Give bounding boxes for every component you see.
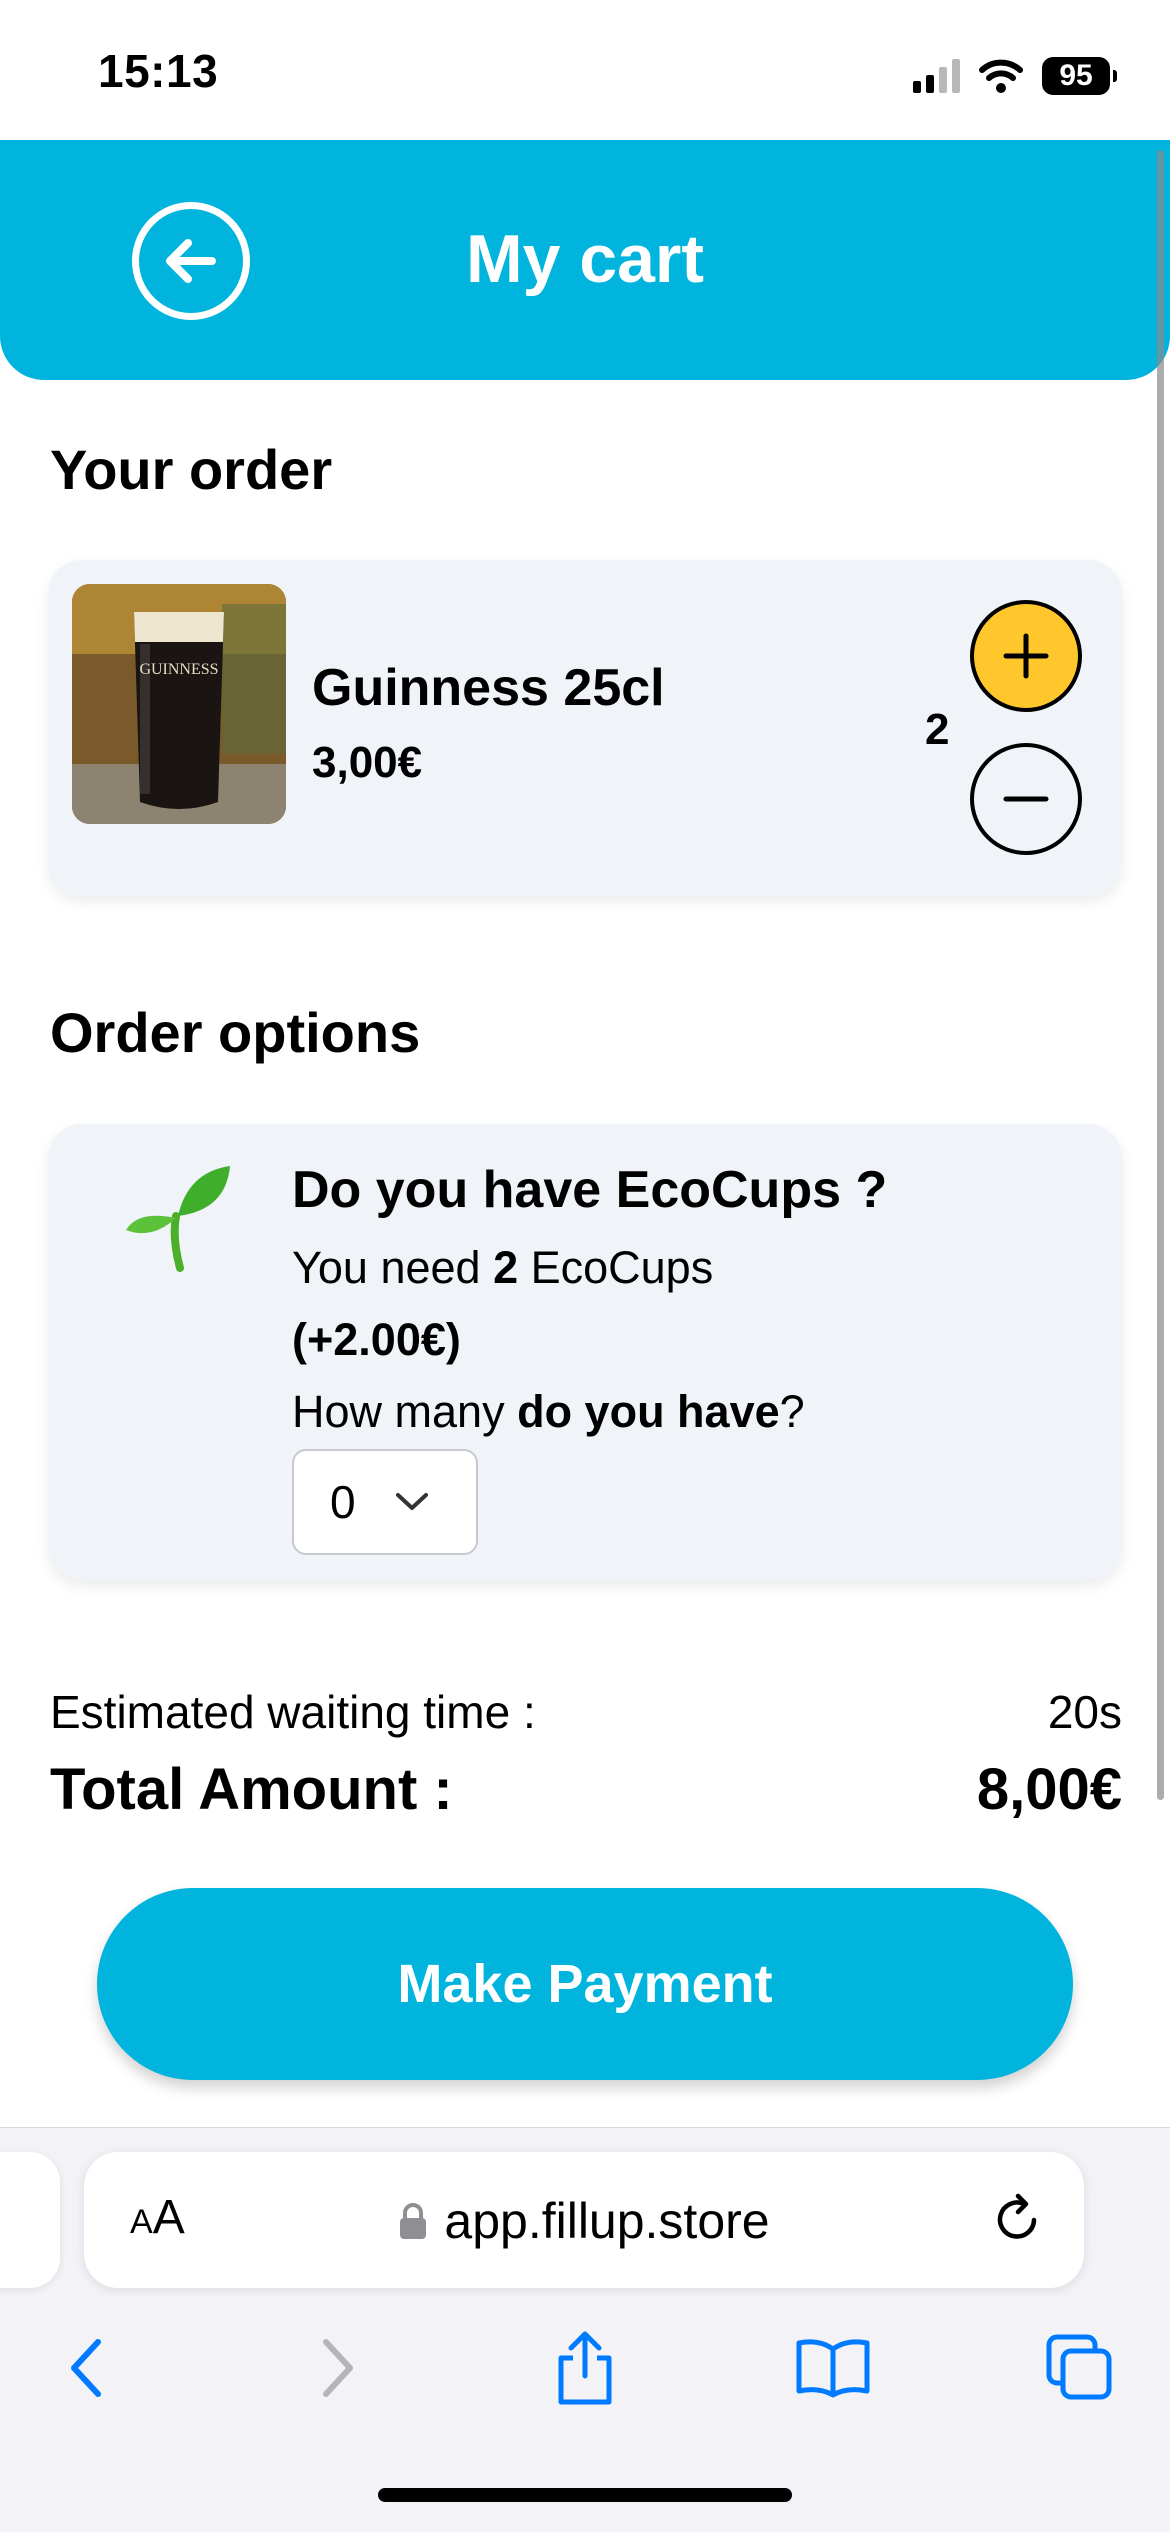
product-image-label: GUINNESS: [139, 661, 218, 678]
browser-forward-button[interactable]: [298, 2328, 378, 2408]
product-image: GUINNESS: [72, 584, 286, 824]
cellular-signal-icon: [913, 59, 960, 93]
book-icon: [796, 2339, 870, 2398]
ecocups-extra-cost: (+2.00€): [292, 1314, 461, 1365]
previous-tab-preview[interactable]: [0, 2152, 60, 2288]
plus-icon: [1003, 633, 1049, 679]
your-order-heading: Your order: [50, 438, 333, 501]
chevron-right-icon: [323, 2339, 353, 2397]
bookmarks-button[interactable]: [793, 2328, 873, 2408]
ecocups-title: Do you have EcoCups ?: [292, 1161, 888, 1219]
app-header: My cart: [0, 140, 1170, 380]
share-icon: [558, 2331, 612, 2405]
item-quantity: 2: [925, 705, 950, 754]
decrease-quantity-button[interactable]: [970, 743, 1082, 855]
waiting-time-value: 20s: [1047, 1686, 1122, 1738]
status-icons: 95: [913, 54, 1117, 98]
chevron-left-icon: [71, 2339, 101, 2397]
url-display[interactable]: app.fillup.store: [84, 2192, 1084, 2250]
reload-icon[interactable]: [988, 2190, 1046, 2248]
tabs-icon: [1046, 2334, 1112, 2400]
ecocups-count-value: 0: [330, 1476, 356, 1528]
battery-icon: 95: [1042, 57, 1117, 95]
share-button[interactable]: [545, 2328, 625, 2408]
make-payment-button[interactable]: Make Payment: [97, 1888, 1073, 2080]
scrollbar[interactable]: [1157, 150, 1164, 1800]
status-bar: 15:13 95: [0, 0, 1170, 140]
cart-item-card: GUINNESS Guinness 25cl 3,00€ 2: [48, 560, 1122, 896]
product-name: Guinness 25cl: [312, 659, 665, 717]
product-price: 3,00€: [312, 738, 423, 787]
browser-toolbar: AA app.fillup.store: [0, 2127, 1170, 2532]
ecocups-count-select[interactable]: 0: [292, 1449, 478, 1555]
ecocups-question: How many do you have?: [292, 1386, 805, 1437]
lock-icon: [400, 2203, 427, 2239]
total-amount-label: Total Amount :: [50, 1757, 453, 1822]
ecocups-need-text: You need 2 EcoCups: [292, 1242, 714, 1293]
total-amount-value: 8,00€: [976, 1757, 1122, 1822]
address-bar[interactable]: AA app.fillup.store: [84, 2152, 1084, 2288]
url-text: app.fillup.store: [444, 2193, 770, 2249]
minus-icon: [1003, 796, 1049, 802]
order-options-heading: Order options: [50, 1001, 421, 1064]
ecocups-card: Do you have EcoCups ? You need 2 EcoCups…: [48, 1124, 1122, 1580]
status-time: 15:13: [98, 45, 219, 97]
chevron-down-icon: [395, 1493, 428, 1510]
increase-quantity-button[interactable]: [970, 600, 1082, 712]
battery-level: 95: [1059, 59, 1093, 92]
waiting-time-label: Estimated waiting time :: [50, 1686, 536, 1738]
seedling-icon: [126, 1166, 230, 1272]
browser-back-button[interactable]: [46, 2328, 126, 2408]
wifi-icon: [979, 59, 1023, 93]
tabs-button[interactable]: [1040, 2328, 1120, 2408]
page-title: My cart: [465, 221, 705, 297]
home-indicator: [378, 2488, 792, 2502]
